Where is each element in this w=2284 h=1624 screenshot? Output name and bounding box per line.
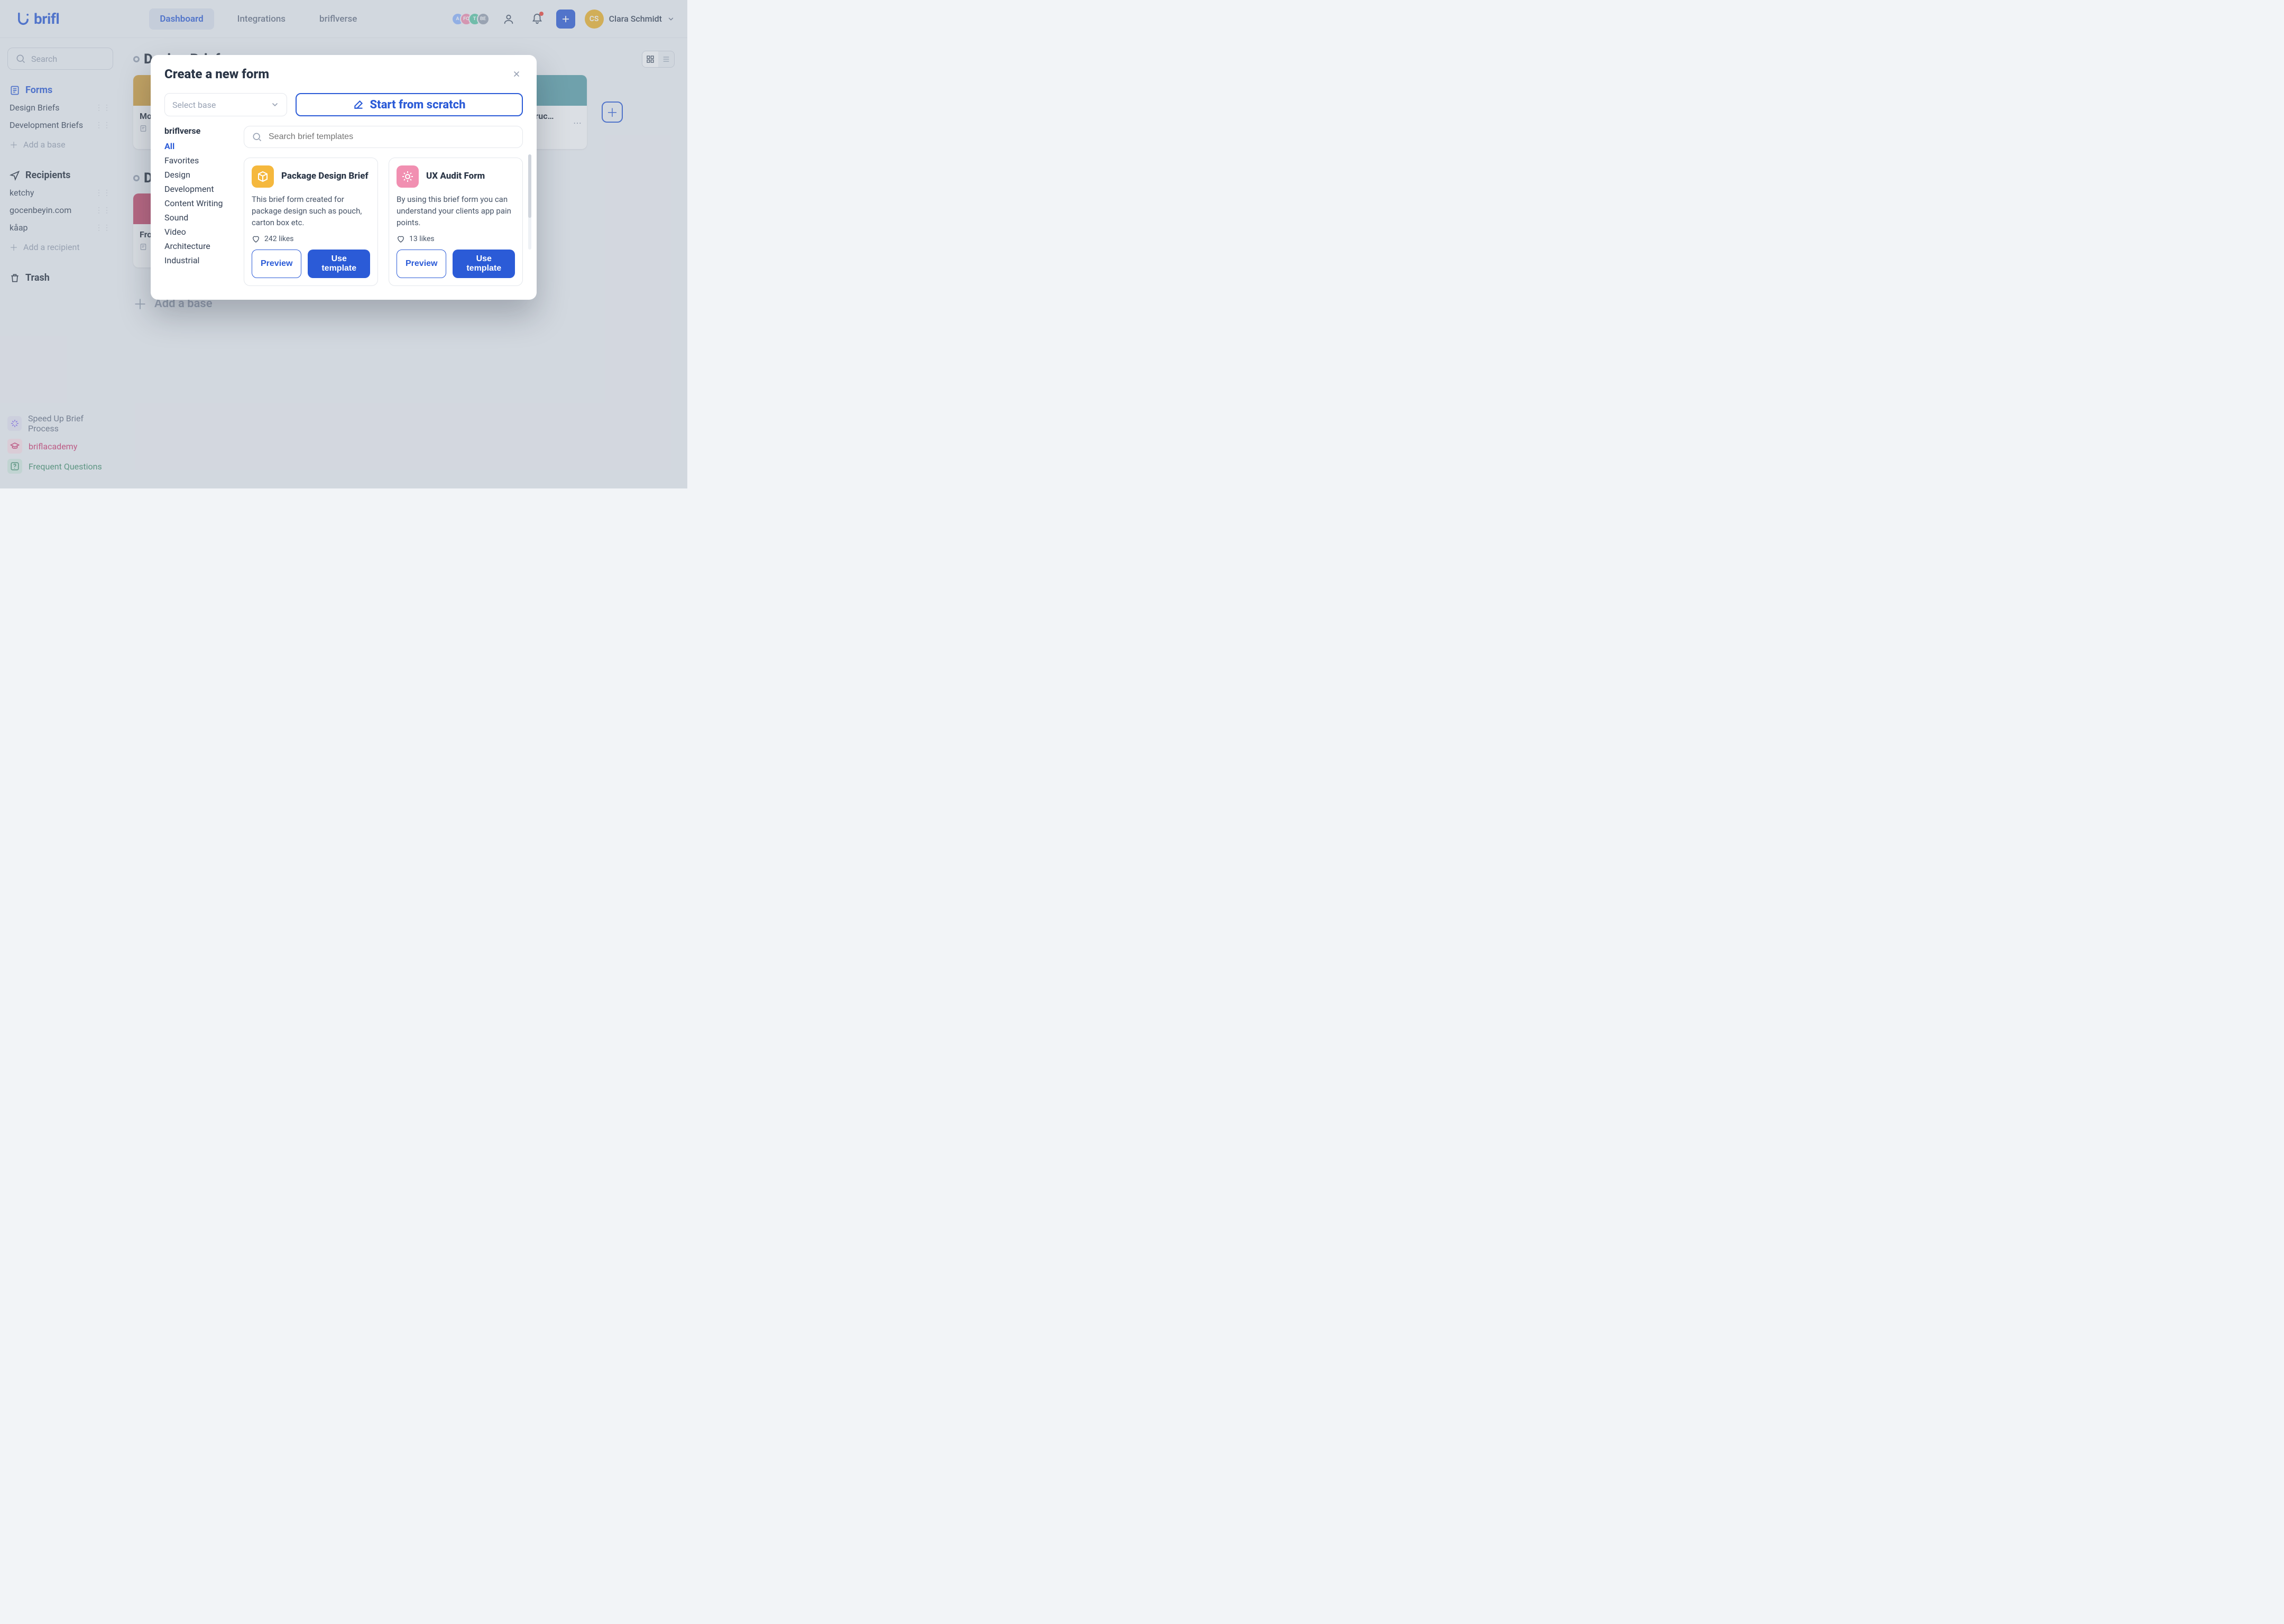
- category-design[interactable]: Design: [164, 168, 233, 182]
- template-name: Package Design Brief: [281, 171, 369, 182]
- likes-count: 13 likes: [409, 235, 435, 243]
- close-button[interactable]: [510, 68, 523, 80]
- category-industrial[interactable]: Industrial: [164, 253, 233, 267]
- template-grid: Package Design Brief This brief form cre…: [244, 158, 523, 286]
- scrollbar-thumb[interactable]: [528, 154, 531, 218]
- template-card: Package Design Brief This brief form cre…: [244, 158, 378, 286]
- category-favorites[interactable]: Favorites: [164, 153, 233, 168]
- template-likes: 242 likes: [252, 235, 370, 243]
- category-sound[interactable]: Sound: [164, 210, 233, 225]
- preview-button[interactable]: Preview: [252, 250, 301, 278]
- category-content-writing[interactable]: Content Writing: [164, 196, 233, 210]
- heart-icon: [397, 235, 405, 243]
- modal-title: Create a new form: [164, 67, 269, 81]
- scratch-label: Start from scratch: [370, 98, 466, 112]
- chevron-down-icon: [271, 100, 279, 109]
- category-list: briflverse All Favorites Design Developm…: [164, 126, 233, 286]
- category-all[interactable]: All: [164, 139, 233, 153]
- use-template-button[interactable]: Use template: [453, 250, 515, 278]
- template-description: This brief form created for package desi…: [252, 194, 370, 228]
- template-description: By using this brief form you can underst…: [397, 194, 515, 228]
- template-scrollbar[interactable]: [528, 154, 531, 250]
- search-icon: [252, 132, 262, 142]
- category-video[interactable]: Video: [164, 225, 233, 239]
- start-from-scratch-button[interactable]: Start from scratch: [296, 93, 523, 116]
- audit-icon: [397, 165, 419, 188]
- modal-overlay[interactable]: Create a new form Select base Start from…: [0, 0, 687, 488]
- close-icon: [512, 70, 521, 78]
- pencil-icon: [353, 99, 364, 110]
- template-search[interactable]: [244, 126, 523, 148]
- category-architecture[interactable]: Architecture: [164, 239, 233, 253]
- select-base-dropdown[interactable]: Select base: [164, 93, 287, 116]
- template-likes: 13 likes: [397, 235, 515, 243]
- create-form-modal: Create a new form Select base Start from…: [151, 55, 537, 300]
- heart-icon: [252, 235, 260, 243]
- likes-count: 242 likes: [264, 235, 294, 243]
- preview-button[interactable]: Preview: [397, 250, 446, 278]
- template-search-input[interactable]: [269, 132, 515, 142]
- categories-title: briflverse: [164, 126, 233, 136]
- template-card: UX Audit Form By using this brief form y…: [389, 158, 523, 286]
- template-name: UX Audit Form: [426, 171, 485, 182]
- select-base-placeholder: Select base: [172, 100, 216, 110]
- package-icon: [252, 165, 274, 188]
- category-development[interactable]: Development: [164, 182, 233, 196]
- use-template-button[interactable]: Use template: [308, 250, 370, 278]
